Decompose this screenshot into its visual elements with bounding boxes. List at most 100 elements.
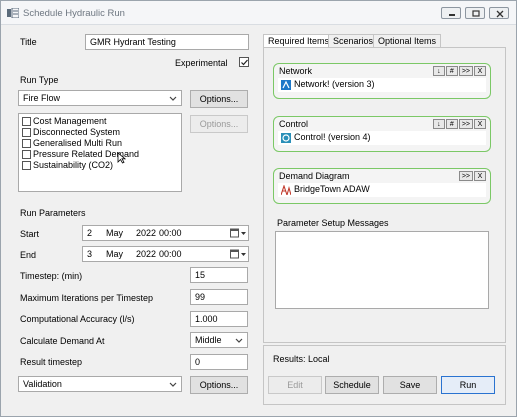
results-location-label: Results: Local — [273, 354, 330, 364]
network-hash-button[interactable]: # — [445, 66, 458, 76]
calc-demand-label: Calculate Demand At — [20, 336, 105, 346]
run-type-options-button[interactable]: Options... — [190, 90, 248, 108]
demand-diagram-icon — [281, 185, 291, 195]
option-label: Generalised Multi Run — [33, 138, 123, 148]
start-label: Start — [20, 229, 40, 239]
calendar-icon[interactable] — [230, 249, 246, 259]
control-expand-button[interactable]: >> — [458, 119, 473, 129]
control-down-button[interactable]: ↓ — [432, 119, 445, 129]
option-checkbox[interactable] — [22, 128, 31, 137]
option-checkbox[interactable] — [22, 161, 31, 170]
end-label: End — [20, 250, 37, 260]
validation-value: Validation — [23, 379, 62, 389]
validation-options-button[interactable]: Options... — [190, 376, 248, 394]
network-value: Network! (version 3) — [294, 79, 375, 89]
minimize-button[interactable] — [441, 7, 461, 19]
close-button[interactable] — [489, 7, 509, 19]
demand-diagram-clear-button[interactable]: X — [474, 171, 486, 181]
timestep-label: Timestep: (min) — [20, 271, 83, 281]
control-item[interactable]: Control! (version 4) — [278, 131, 486, 145]
demand-diagram-title: Demand Diagram — [279, 171, 350, 181]
title-input[interactable]: GMR Hydrant Testing — [85, 34, 249, 50]
app-icon — [7, 8, 19, 18]
option-label: Disconnected System — [33, 127, 121, 137]
restore-button[interactable] — [465, 7, 485, 19]
schedule-hydraulic-run-window: Schedule Hydraulic Run Title GMR Hydrant… — [0, 0, 517, 417]
demand-diagram-group: Demand Diagram >> X BridgeTown ADAW — [273, 168, 491, 204]
end-datetime-picker[interactable]: 3 May 2022 00:00 — [82, 246, 249, 262]
option-label: Sustainability (CO2) — [33, 160, 114, 170]
chevron-down-icon — [169, 382, 177, 387]
validation-select[interactable]: Validation — [18, 376, 182, 392]
network-item[interactable]: Network! (version 3) — [278, 78, 486, 92]
network-clear-button[interactable]: X — [474, 66, 486, 76]
calc-demand-value: Middle — [195, 335, 222, 345]
chevron-down-icon — [235, 338, 243, 343]
run-button[interactable]: Run — [441, 376, 495, 394]
tab-scenarios[interactable]: Scenarios — [328, 34, 379, 48]
start-year: 2022 — [136, 228, 157, 238]
chevron-down-icon — [169, 96, 177, 101]
control-title: Control — [279, 119, 309, 129]
control-icon — [281, 133, 291, 143]
accuracy-input[interactable]: 1.000 — [190, 311, 248, 327]
accuracy-label: Computational Accuracy (l/s) — [20, 314, 135, 324]
edit-button[interactable]: Edit — [268, 376, 322, 394]
network-buttons: ↓ # >> X — [432, 66, 486, 76]
run-options-button-disabled[interactable]: Options... — [190, 115, 248, 133]
window-title: Schedule Hydraulic Run — [23, 8, 125, 19]
network-down-button[interactable]: ↓ — [432, 66, 445, 76]
calendar-icon[interactable] — [230, 228, 246, 238]
timestep-input[interactable]: 15 — [190, 267, 248, 283]
control-clear-button[interactable]: X — [474, 119, 486, 129]
option-checkbox[interactable] — [22, 117, 31, 126]
mouse-cursor-icon — [117, 152, 126, 164]
start-month: May — [106, 228, 124, 238]
network-expand-button[interactable]: >> — [458, 66, 473, 76]
title-bar[interactable]: Schedule Hydraulic Run — [1, 1, 516, 25]
demand-diagram-expand-button[interactable]: >> — [458, 171, 473, 181]
control-group: Control ↓ # >> X Control! (version 4) — [273, 116, 491, 152]
run-type-value: Fire Flow — [23, 93, 61, 103]
network-group: Network ↓ # >> X Network! (version 3) — [273, 63, 491, 99]
option-label: Cost Management — [33, 116, 107, 126]
parameter-messages-label: Parameter Setup Messages — [277, 218, 389, 228]
run-parameters-label: Run Parameters — [20, 208, 86, 218]
result-timestep-input[interactable]: 0 — [190, 354, 248, 370]
run-type-select[interactable]: Fire Flow — [18, 90, 182, 106]
minimize-icon — [449, 14, 455, 16]
demand-diagram-value: BridgeTown ADAW — [294, 184, 370, 194]
start-time: 00:00 — [159, 228, 182, 238]
demand-diagram-buttons: >> X — [458, 171, 486, 181]
network-title: Network — [279, 66, 313, 76]
result-timestep-label: Result timestep — [20, 357, 83, 367]
end-day: 3 — [87, 249, 93, 259]
demand-diagram-item[interactable]: BridgeTown ADAW — [278, 183, 486, 197]
restore-icon — [472, 10, 480, 17]
experimental-label: Experimental — [175, 58, 228, 68]
start-day: 2 — [87, 228, 93, 238]
run-options-list[interactable]: Cost Management Disconnected System Gene… — [18, 113, 182, 192]
start-datetime-picker[interactable]: 2 May 2022 00:00 — [82, 225, 249, 241]
schedule-button[interactable]: Schedule — [325, 376, 379, 394]
experimental-checkbox[interactable] — [239, 57, 249, 67]
control-value: Control! (version 4) — [294, 132, 371, 142]
control-hash-button[interactable]: # — [445, 119, 458, 129]
checkmark-icon — [241, 59, 248, 66]
run-type-label: Run Type — [20, 75, 59, 85]
control-buttons: ↓ # >> X — [432, 119, 486, 129]
close-icon — [496, 10, 504, 18]
calc-demand-select[interactable]: Middle — [190, 332, 248, 348]
parameter-messages-box[interactable] — [275, 231, 489, 309]
tab-optional-items[interactable]: Optional Items — [373, 34, 442, 48]
save-button[interactable]: Save — [383, 376, 437, 394]
end-year: 2022 — [136, 249, 157, 259]
end-time: 00:00 — [159, 249, 182, 259]
max-iterations-label: Maximum Iterations per Timestep — [20, 293, 154, 303]
title-label: Title — [20, 37, 37, 47]
max-iterations-input[interactable]: 99 — [190, 289, 248, 305]
option-checkbox[interactable] — [22, 139, 31, 148]
end-month: May — [106, 249, 124, 259]
option-checkbox[interactable] — [22, 150, 31, 159]
network-icon — [281, 80, 291, 90]
